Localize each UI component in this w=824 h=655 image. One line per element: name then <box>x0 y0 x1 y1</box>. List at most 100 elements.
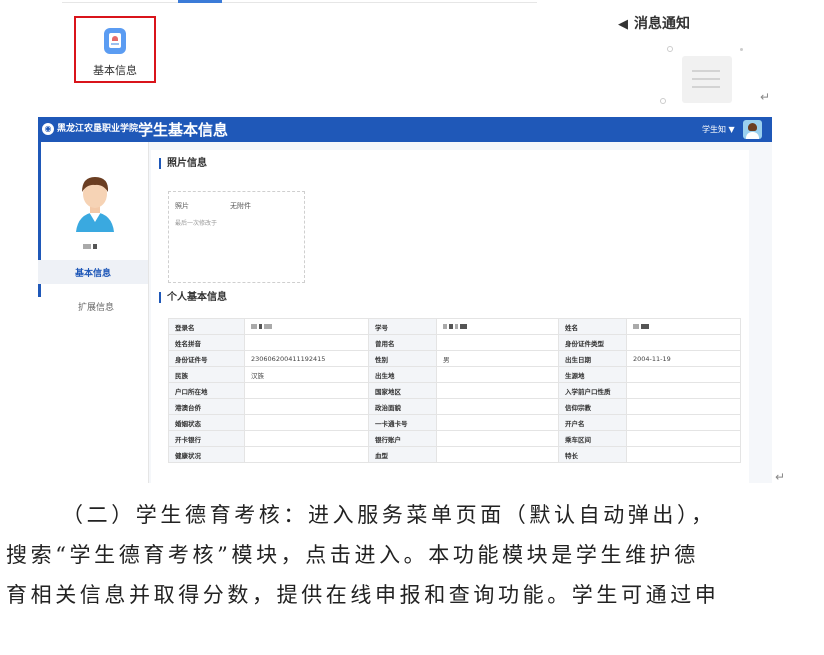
field-label: 性别 <box>368 350 437 367</box>
field-value: 男 <box>436 350 559 367</box>
field-value <box>244 398 369 415</box>
user-avatar[interactable] <box>743 120 762 139</box>
table-row: 户口所在地 国家地区 入学前户口性质 <box>168 382 741 399</box>
field-value <box>436 398 559 415</box>
field-value: 2004-11-19 <box>626 350 741 367</box>
field-label: 学号 <box>368 318 437 335</box>
paragraph-mark: ↵ <box>760 90 771 104</box>
redaction-mark <box>251 324 257 329</box>
last-modified-label: 最后一次修改于 <box>175 220 218 227</box>
field-label: 入学前户口性质 <box>558 382 627 399</box>
megaphone-icon: ◀ <box>618 17 628 32</box>
field-value <box>244 318 369 335</box>
sidebar-item-label: 基本信息 <box>75 269 112 279</box>
table-row: 身份证件号 230606200411192415 性别男出生日期 2004-11-19 <box>168 350 741 367</box>
table-row: 民族 汉族 出生地 生源地 <box>168 366 741 383</box>
redaction-mark <box>455 324 458 329</box>
field-value <box>244 446 369 463</box>
field-label: 一卡通卡号 <box>368 414 437 431</box>
field-value <box>436 446 559 463</box>
personal-section-title: 个人基本信息 <box>159 292 227 303</box>
field-label: 出生地 <box>368 366 437 383</box>
field-label: 国家地区 <box>368 382 437 399</box>
body-paragraph: （二）学生德育考核：进入服务菜单页面（默认自动弹出）， 搜索“学生德育考核”模块… <box>0 495 824 615</box>
table-row: 健康状况 血型 特长 <box>168 446 741 463</box>
redaction-mark <box>641 324 649 329</box>
table-row: 登录名 学号 姓名 <box>168 318 741 335</box>
photo-value: 无附件 <box>230 202 251 210</box>
decor-dot <box>740 48 743 51</box>
redaction-mark <box>460 324 467 329</box>
message-notice-label: 消息通知 <box>634 16 690 32</box>
field-label: 乘车区间 <box>558 430 627 447</box>
field-label: 姓名拼音 <box>168 334 245 351</box>
paragraph-line: （二）学生德育考核：进入服务菜单页面（默认自动弹出）， <box>62 503 716 527</box>
redaction-mark <box>449 324 453 329</box>
student-info-screenshot: ◉ 黑龙江农垦职业学院 学生基本信息 学生知 ▼ 基本信息 扩展信息 照片信息 照… <box>38 117 772 483</box>
sidebar-item-basic-info[interactable]: 基本信息 <box>38 260 148 284</box>
field-value <box>436 382 559 399</box>
basic-info-tile[interactable]: 基本信息 <box>74 16 156 83</box>
field-value: 汉族 <box>244 366 369 383</box>
redaction-mark <box>264 324 272 329</box>
field-label: 信仰宗教 <box>558 398 627 415</box>
sidebar-item-extended-info[interactable]: 扩展信息 <box>78 300 114 313</box>
field-value <box>244 414 369 431</box>
field-value <box>626 318 741 335</box>
photo-box[interactable]: 照片 无附件 最后一次修改于 <box>168 191 305 283</box>
table-row: 开卡银行 银行账户 乘车区间 <box>168 430 741 447</box>
table-row: 婚姻状态 一卡通卡号 开户名 <box>168 414 741 431</box>
app-title: 学生基本信息 <box>138 121 229 139</box>
student-name-redacted <box>83 242 99 251</box>
empty-notice-icon <box>676 56 736 103</box>
app-header: ◉ 黑龙江农垦职业学院 学生基本信息 学生知 ▼ <box>38 117 772 142</box>
field-label: 出生日期 <box>558 350 627 367</box>
school-logo: ◉ 黑龙江农垦职业学院 <box>42 121 138 135</box>
decor-dot <box>660 98 666 104</box>
field-label: 登录名 <box>168 318 245 335</box>
personal-info-table: 登录名 学号 姓名 姓名拼音 曾用名 身份证件类型 身份证件号 230606200411192… <box>168 318 741 463</box>
table-row: 姓名拼音 曾用名 身份证件类型 <box>168 334 741 351</box>
student-photo <box>70 170 120 232</box>
active-tab-indicator <box>178 0 222 3</box>
basic-info-tile-label: 基本信息 <box>93 64 137 77</box>
field-label: 身份证件号 <box>168 350 245 367</box>
field-value <box>436 414 559 431</box>
field-value: 230606200411192415 <box>244 350 369 367</box>
field-label: 特长 <box>558 446 627 463</box>
field-value <box>626 430 741 447</box>
field-label: 健康状况 <box>168 446 245 463</box>
message-notice-title: ◀ 消息通知 <box>618 13 690 33</box>
photo-section-title: 照片信息 <box>159 158 207 169</box>
field-value <box>626 366 741 383</box>
table-row: 港澳台侨 政治面貌 信仰宗教 <box>168 398 741 415</box>
field-label: 血型 <box>368 446 437 463</box>
field-label: 银行账户 <box>368 430 437 447</box>
field-label: 婚姻状态 <box>168 414 245 431</box>
field-value <box>626 398 741 415</box>
redaction-mark <box>259 324 262 329</box>
field-label: 户口所在地 <box>168 382 245 399</box>
field-value <box>244 430 369 447</box>
field-value <box>436 334 559 351</box>
decor-dot <box>667 46 673 52</box>
field-label: 曾用名 <box>368 334 437 351</box>
paragraph-line: 育相关信息并取得分数，提供在线申报和查询功能。学生可通过申 <box>6 583 720 607</box>
photo-label: 照片 <box>175 202 189 210</box>
paragraph-mark: ↵ <box>775 470 786 484</box>
field-value <box>626 446 741 463</box>
field-value <box>626 334 741 351</box>
field-value <box>436 366 559 383</box>
paragraph-line: 搜索“学生德育考核”模块，点击进入。本功能模块是学生维护德 <box>6 543 699 567</box>
field-value <box>626 382 741 399</box>
field-label: 政治面貌 <box>368 398 437 415</box>
field-value <box>244 382 369 399</box>
user-menu[interactable]: 学生知 ▼ <box>702 124 735 135</box>
field-label: 港澳台侨 <box>168 398 245 415</box>
field-label: 开户名 <box>558 414 627 431</box>
redaction-mark <box>443 324 447 329</box>
field-label: 开卡银行 <box>168 430 245 447</box>
field-value <box>244 334 369 351</box>
field-label: 姓名 <box>558 318 627 335</box>
redaction-mark <box>633 324 639 329</box>
